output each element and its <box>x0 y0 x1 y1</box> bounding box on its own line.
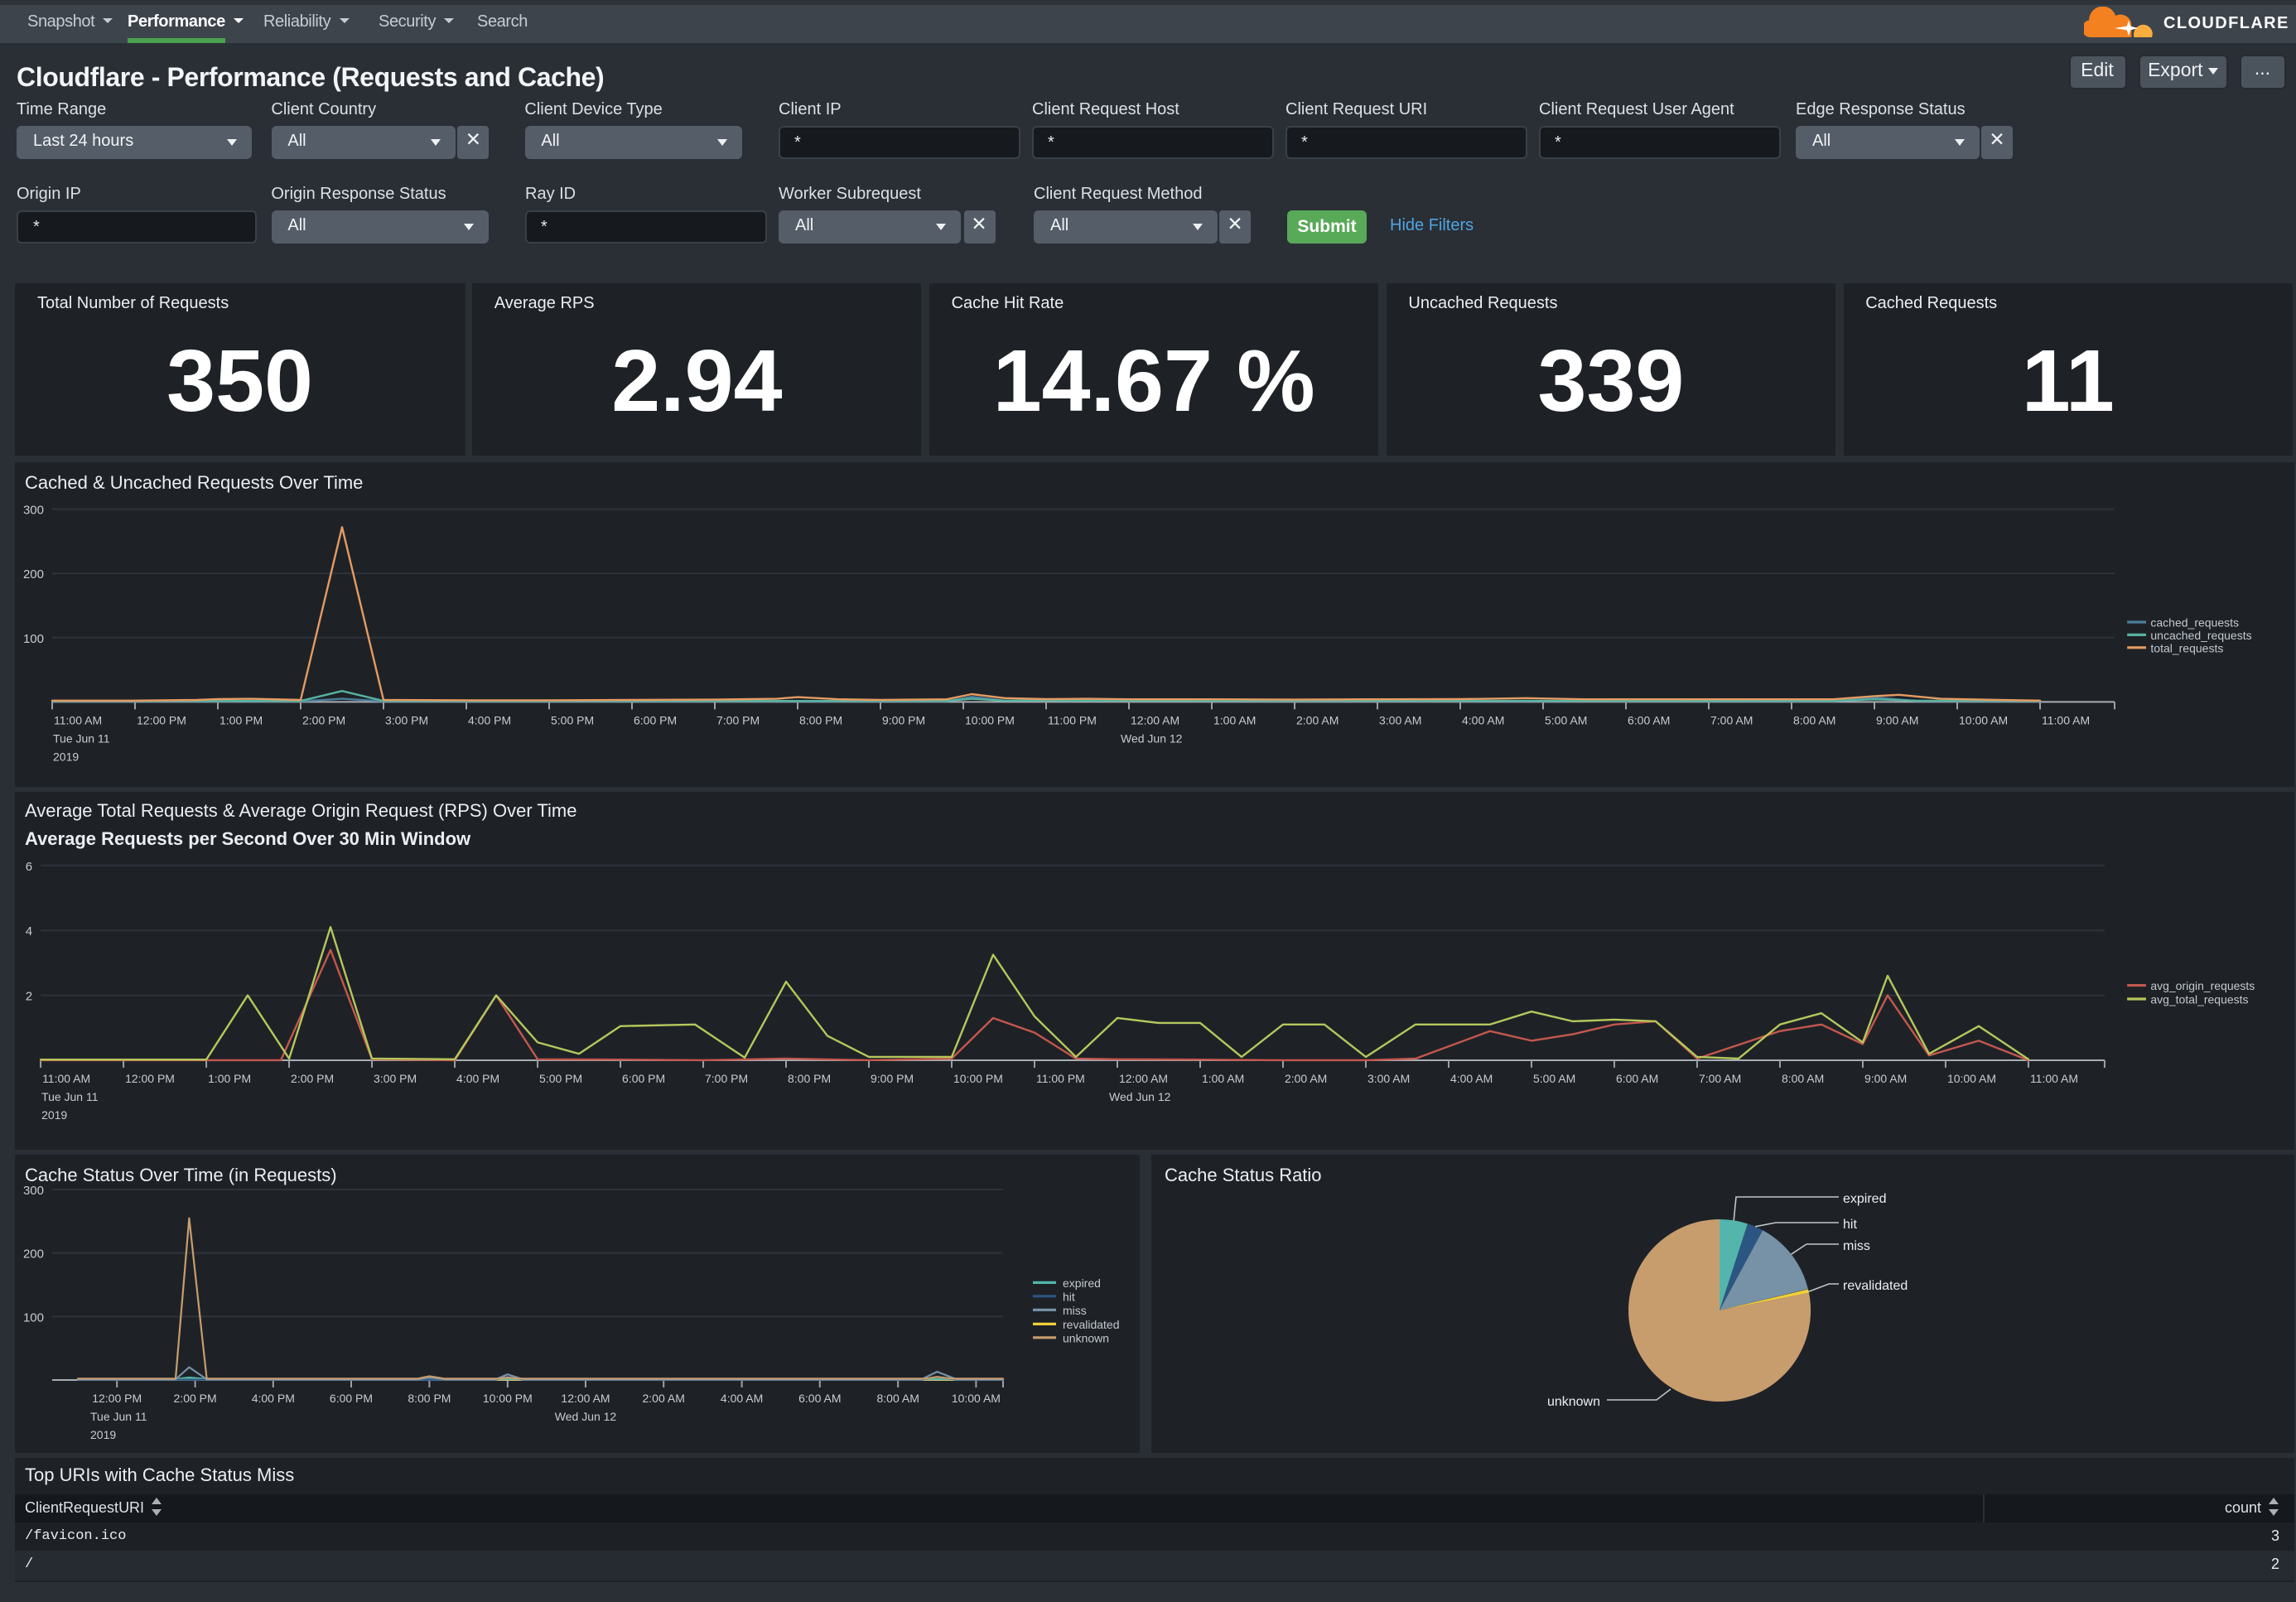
svg-text:5:00 AM: 5:00 AM <box>1544 712 1586 726</box>
svg-text:4:00 AM: 4:00 AM <box>720 1392 762 1405</box>
svg-text:12:00 PM: 12:00 PM <box>136 712 186 726</box>
svg-text:miss: miss <box>1842 1239 1869 1253</box>
svg-text:6:00 AM: 6:00 AM <box>1615 1072 1657 1085</box>
svg-text:2019: 2019 <box>41 1108 66 1122</box>
svg-text:2019: 2019 <box>89 1428 115 1441</box>
svg-text:200: 200 <box>22 1247 43 1262</box>
svg-text:2019: 2019 <box>52 749 78 762</box>
svg-text:10:00 AM: 10:00 AM <box>951 1392 1000 1405</box>
svg-text:9:00 PM: 9:00 PM <box>881 712 924 726</box>
svg-text:5:00 PM: 5:00 PM <box>538 1072 581 1085</box>
svg-text:5:00 AM: 5:00 AM <box>1532 1072 1575 1085</box>
svg-text:200: 200 <box>22 567 43 581</box>
svg-text:3:00 AM: 3:00 AM <box>1378 712 1421 726</box>
svg-text:12:00 PM: 12:00 PM <box>124 1072 174 1085</box>
svg-text:4: 4 <box>25 924 31 939</box>
svg-text:1:00 AM: 1:00 AM <box>1213 712 1255 726</box>
svg-text:8:00 PM: 8:00 PM <box>787 1072 830 1085</box>
svg-text:3:00 PM: 3:00 PM <box>384 712 427 726</box>
svg-text:11:00 AM: 11:00 AM <box>2041 712 2089 726</box>
svg-text:9:00 PM: 9:00 PM <box>870 1072 913 1085</box>
svg-text:11:00 AM: 11:00 AM <box>41 1072 89 1085</box>
svg-text:11:00 AM: 11:00 AM <box>2029 1072 2077 1085</box>
svg-text:unknown: unknown <box>1546 1395 1599 1409</box>
svg-text:100: 100 <box>22 1310 43 1325</box>
svg-text:Wed Jun 12: Wed Jun 12 <box>1120 731 1182 744</box>
svg-text:Wed Jun 12: Wed Jun 12 <box>554 1410 616 1423</box>
svg-text:2:00 AM: 2:00 AM <box>1284 1072 1326 1085</box>
svg-text:10:00 PM: 10:00 PM <box>482 1392 532 1405</box>
svg-text:miss: miss <box>1062 1304 1086 1317</box>
svg-text:12:00 AM: 12:00 AM <box>1118 1072 1167 1085</box>
svg-text:Tue Jun 11: Tue Jun 11 <box>52 731 109 744</box>
svg-text:Tue Jun 11: Tue Jun 11 <box>41 1090 98 1103</box>
svg-text:6:00 AM: 6:00 AM <box>1627 712 1669 726</box>
svg-text:Wed Jun 12: Wed Jun 12 <box>1108 1090 1170 1103</box>
svg-text:2:00 PM: 2:00 PM <box>290 1072 333 1085</box>
svg-text:11:00 AM: 11:00 AM <box>53 712 101 726</box>
svg-text:4:00 AM: 4:00 AM <box>1449 1072 1492 1085</box>
svg-text:11:00 PM: 11:00 PM <box>1047 712 1096 726</box>
svg-text:uncached_requests: uncached_requests <box>2149 628 2250 641</box>
svg-text:4:00 PM: 4:00 PM <box>456 1072 499 1085</box>
svg-text:8:00 PM: 8:00 PM <box>798 712 842 726</box>
svg-text:6:00 AM: 6:00 AM <box>798 1392 840 1405</box>
svg-text:300: 300 <box>22 1184 43 1198</box>
svg-text:revalidated: revalidated <box>1062 1318 1119 1331</box>
svg-text:6:00 PM: 6:00 PM <box>621 1072 664 1085</box>
svg-text:2: 2 <box>25 989 31 1003</box>
svg-text:7:00 AM: 7:00 AM <box>1698 1072 1740 1085</box>
svg-text:4:00 AM: 4:00 AM <box>1461 712 1503 726</box>
svg-text:10:00 PM: 10:00 PM <box>964 712 1014 726</box>
svg-text:avg_total_requests: avg_total_requests <box>2149 992 2247 1006</box>
svg-text:6:00 PM: 6:00 PM <box>329 1392 372 1405</box>
svg-text:10:00 AM: 10:00 AM <box>1946 1072 1995 1085</box>
svg-text:9:00 AM: 9:00 AM <box>1864 1072 1906 1085</box>
svg-text:2:00 PM: 2:00 PM <box>301 712 345 726</box>
svg-text:8:00 PM: 8:00 PM <box>407 1392 450 1405</box>
svg-text:1:00 AM: 1:00 AM <box>1201 1072 1243 1085</box>
svg-text:total_requests: total_requests <box>2149 640 2222 654</box>
svg-text:2:00 PM: 2:00 PM <box>173 1392 216 1405</box>
svg-text:hit: hit <box>1062 1290 1074 1303</box>
svg-text:1:00 PM: 1:00 PM <box>207 1072 250 1085</box>
svg-text:expired: expired <box>1062 1276 1100 1290</box>
svg-text:11:00 PM: 11:00 PM <box>1035 1072 1084 1085</box>
svg-text:8:00 AM: 8:00 AM <box>876 1392 919 1405</box>
svg-text:8:00 AM: 8:00 AM <box>1781 1072 1823 1085</box>
svg-text:12:00 AM: 12:00 AM <box>1130 712 1179 726</box>
svg-text:4:00 PM: 4:00 PM <box>467 712 510 726</box>
svg-text:cached_requests: cached_requests <box>2149 615 2238 629</box>
svg-text:7:00 AM: 7:00 AM <box>1710 712 1752 726</box>
svg-text:9:00 AM: 9:00 AM <box>1875 712 1917 726</box>
svg-text:5:00 PM: 5:00 PM <box>550 712 593 726</box>
svg-text:revalidated: revalidated <box>1842 1279 1907 1293</box>
svg-text:7:00 PM: 7:00 PM <box>704 1072 747 1085</box>
svg-text:12:00 PM: 12:00 PM <box>91 1392 141 1405</box>
svg-text:2:00 AM: 2:00 AM <box>1295 712 1338 726</box>
svg-text:hit: hit <box>1842 1218 1856 1232</box>
svg-text:Tue Jun 11: Tue Jun 11 <box>89 1410 147 1423</box>
svg-text:3:00 PM: 3:00 PM <box>373 1072 416 1085</box>
svg-text:100: 100 <box>22 631 43 645</box>
svg-text:8:00 AM: 8:00 AM <box>1792 712 1835 726</box>
svg-text:unknown: unknown <box>1062 1331 1108 1344</box>
svg-text:10:00 AM: 10:00 AM <box>1958 712 2007 726</box>
svg-text:1:00 PM: 1:00 PM <box>219 712 262 726</box>
svg-text:3:00 AM: 3:00 AM <box>1367 1072 1409 1085</box>
svg-text:12:00 AM: 12:00 AM <box>560 1392 609 1405</box>
svg-text:7:00 PM: 7:00 PM <box>716 712 759 726</box>
svg-text:2:00 AM: 2:00 AM <box>642 1392 684 1405</box>
svg-text:expired: expired <box>1842 1192 1885 1206</box>
svg-text:10:00 PM: 10:00 PM <box>953 1072 1002 1085</box>
svg-text:6:00 PM: 6:00 PM <box>633 712 676 726</box>
svg-text:6: 6 <box>25 859 31 873</box>
svg-text:4:00 PM: 4:00 PM <box>251 1392 294 1405</box>
svg-text:avg_origin_requests: avg_origin_requests <box>2149 979 2254 992</box>
svg-text:300: 300 <box>22 503 43 517</box>
